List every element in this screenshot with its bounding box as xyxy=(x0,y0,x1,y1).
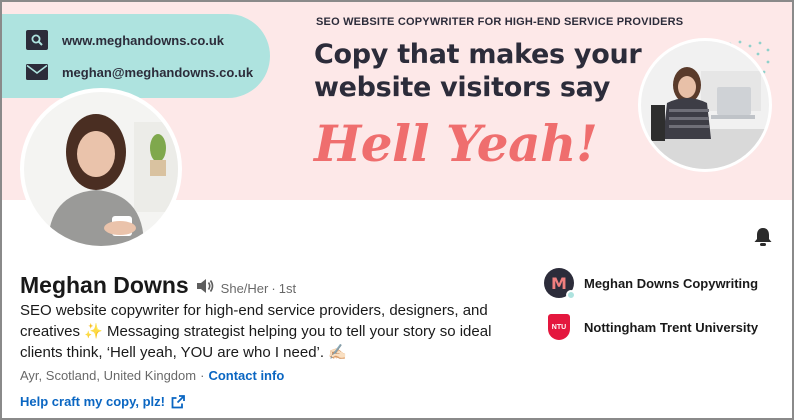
external-link-icon xyxy=(171,394,185,408)
company-name[interactable]: Meghan Downs Copywriting xyxy=(584,276,758,291)
company-logo-letter: M xyxy=(551,273,567,293)
custom-link-label[interactable]: Help craft my copy, plz! xyxy=(20,394,165,409)
search-icon xyxy=(26,30,48,50)
profile-pronouns: She/Her xyxy=(220,281,269,296)
banner-email-row: meghan@meghandowns.co.uk xyxy=(26,62,253,82)
org-item-company[interactable]: M Meghan Downs Copywriting xyxy=(544,268,758,300)
banner-contact-pill: www.meghandowns.co.uk meghan@meghandowns… xyxy=(2,14,270,98)
profile-headline: SEO website copywriter for high-end serv… xyxy=(20,302,492,361)
contact-info-link[interactable]: Contact info xyxy=(208,368,284,383)
mail-icon xyxy=(26,62,48,82)
company-logo-ring xyxy=(566,290,576,300)
company-logo: M xyxy=(544,268,576,300)
university-logo: NTU xyxy=(544,312,574,342)
university-name[interactable]: Nottingham Trent University xyxy=(584,320,758,335)
banner-website-row: www.meghandowns.co.uk xyxy=(26,30,224,50)
profile-card: www.meghandowns.co.uk meghan@meghandowns… xyxy=(0,0,794,420)
banner-big-text: Hell Yeah! xyxy=(314,114,598,173)
banner-tagline: SEO WEBSITE COPYWRITER FOR HIGH-END SERV… xyxy=(316,16,684,28)
speaker-icon[interactable] xyxy=(195,277,215,295)
bell-icon[interactable] xyxy=(752,226,774,248)
banner-photo xyxy=(638,38,772,172)
custom-link[interactable]: Help craft my copy, plz! xyxy=(20,394,185,409)
profile-name: Meghan Downs xyxy=(20,272,189,298)
avatar[interactable] xyxy=(20,88,182,250)
university-logo-shield: NTU xyxy=(548,314,570,340)
profile-location: Ayr, Scotland, United Kingdom xyxy=(20,368,197,383)
org-item-education[interactable]: NTU Nottingham Trent University xyxy=(544,312,758,342)
location-separator: · xyxy=(200,368,205,383)
connection-degree: 1st xyxy=(278,281,297,296)
profile-name-row: Meghan Downs She/Her · 1st xyxy=(20,272,296,299)
banner-headline: Copy that makes your website visitors sa… xyxy=(314,39,642,103)
degree-separator: · xyxy=(271,281,276,296)
university-logo-text: NTU xyxy=(551,323,567,331)
location-row: Ayr, Scotland, United Kingdom · Contact … xyxy=(20,368,284,383)
banner-email: meghan@meghandowns.co.uk xyxy=(62,64,254,80)
banner-website: www.meghandowns.co.uk xyxy=(62,32,225,48)
